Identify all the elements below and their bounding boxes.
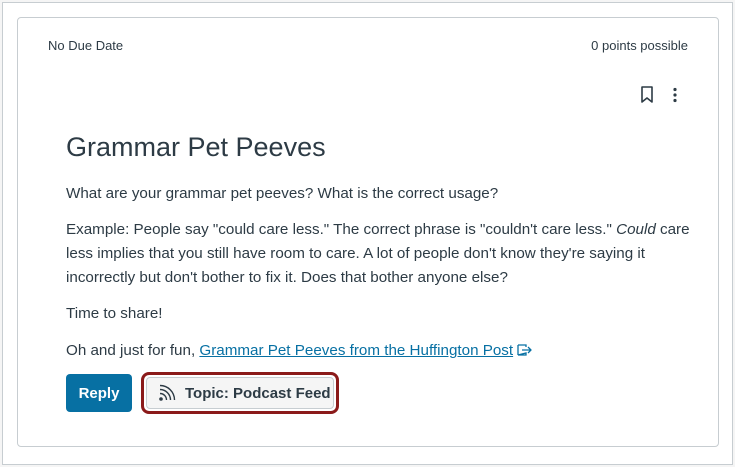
discussion-paragraph-link: Oh and just for fun, Grammar Pet Peeves … bbox=[66, 339, 706, 363]
external-link-icon bbox=[517, 344, 532, 356]
reply-button[interactable]: Reply bbox=[66, 374, 132, 412]
example-text-start: Example: People say "could care less." T… bbox=[66, 221, 617, 238]
example-emphasis: Could bbox=[616, 221, 656, 238]
discussion-card: No Due Date 0 points possible Grammar Pe… bbox=[17, 17, 719, 447]
window-frame: No Due Date 0 points possible Grammar Pe… bbox=[2, 2, 733, 465]
kebab-menu-icon[interactable] bbox=[668, 86, 682, 104]
bookmark-icon[interactable] bbox=[640, 86, 654, 104]
rss-feed-icon bbox=[159, 384, 176, 401]
discussion-paragraph-share: Time to share! bbox=[66, 305, 163, 322]
points-possible: 0 points possible bbox=[591, 38, 688, 53]
discussion-paragraph-example: Example: People say "could care less." T… bbox=[66, 218, 706, 290]
due-date: No Due Date bbox=[48, 38, 124, 53]
topic-podcast-feed-button[interactable]: Topic: Podcast Feed bbox=[146, 377, 334, 409]
link-prefix: Oh and just for fun, bbox=[66, 342, 200, 359]
topic-button-label: Topic: Podcast Feed bbox=[185, 384, 331, 402]
discussion-title: Grammar Pet Peeves bbox=[66, 132, 326, 162]
huffington-post-link[interactable]: Grammar Pet Peeves from the Huffington P… bbox=[199, 342, 513, 359]
discussion-paragraph-question: What are your grammar pet peeves? What i… bbox=[66, 185, 499, 202]
